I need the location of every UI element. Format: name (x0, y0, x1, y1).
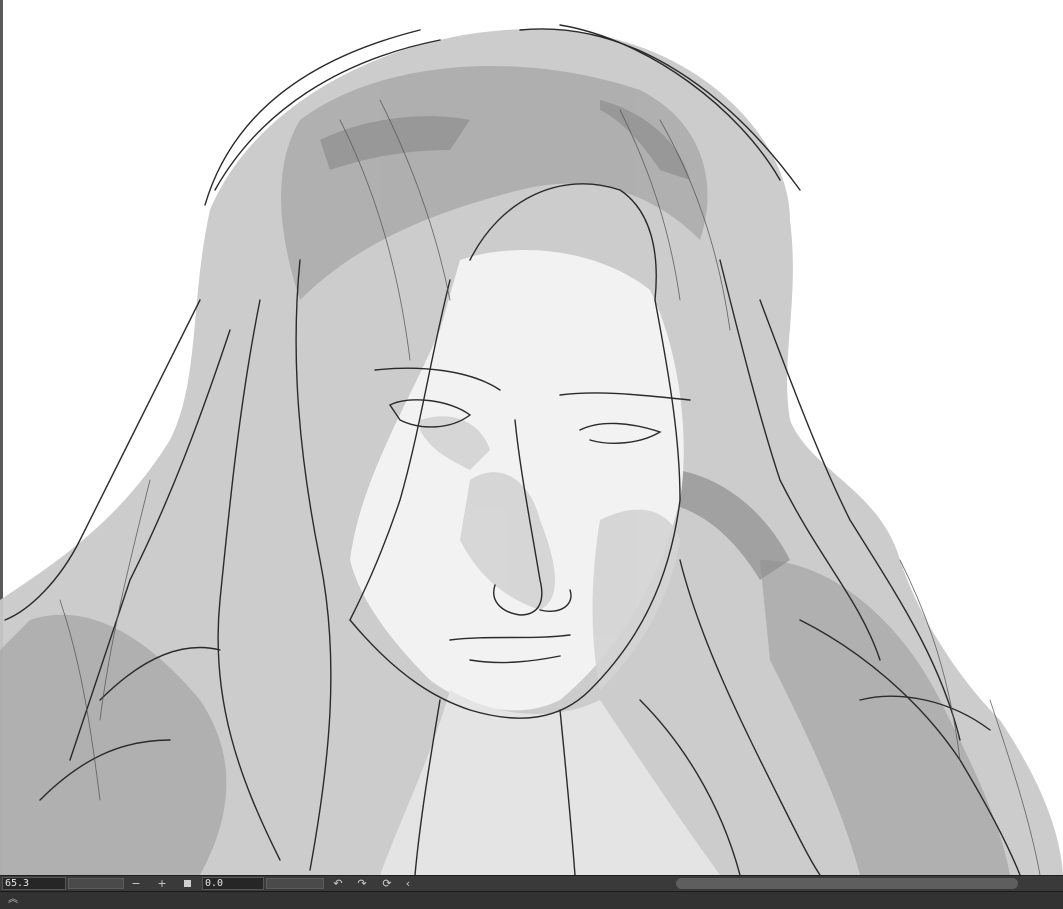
zoom-slider[interactable] (68, 878, 124, 889)
bottom-panel-bar: ︽ (0, 891, 1063, 909)
chevron-left-icon: ‹ (405, 877, 411, 890)
canvas-status-bar: 65.3 − + 0.0 ↶ ↷ ⟳ ‹ (0, 875, 1063, 891)
reset-rotation-icon: ⟳ (382, 877, 392, 890)
fit-view-button[interactable] (180, 876, 194, 891)
drawing-canvas[interactable] (0, 0, 1063, 875)
rotate-cw-icon: ↷ (357, 877, 367, 890)
rotate-right-button[interactable]: ↷ (355, 876, 369, 891)
zoom-out-button[interactable]: − (129, 876, 143, 891)
rotation-input[interactable]: 0.0 (202, 877, 264, 890)
zoom-in-button[interactable]: + (155, 876, 169, 891)
rotation-slider[interactable] (266, 878, 324, 889)
reset-rotation-button[interactable]: ⟳ (380, 876, 394, 891)
rotate-ccw-icon: ↶ (333, 877, 343, 890)
horizontal-scrollbar[interactable] (676, 878, 1018, 889)
paint-app-window: 65.3 − + 0.0 ↶ ↷ ⟳ ‹ ︽ (0, 0, 1063, 909)
flip-horizontal-button[interactable]: ‹ (401, 876, 415, 891)
double-chevron-up-icon: ︽ (8, 894, 18, 905)
artwork-sketch (0, 24, 1063, 875)
square-icon (183, 880, 191, 887)
rotate-left-button[interactable]: ↶ (331, 876, 345, 891)
zoom-input[interactable]: 65.3 (2, 877, 66, 890)
collapse-panel-button[interactable]: ︽ (6, 893, 20, 907)
